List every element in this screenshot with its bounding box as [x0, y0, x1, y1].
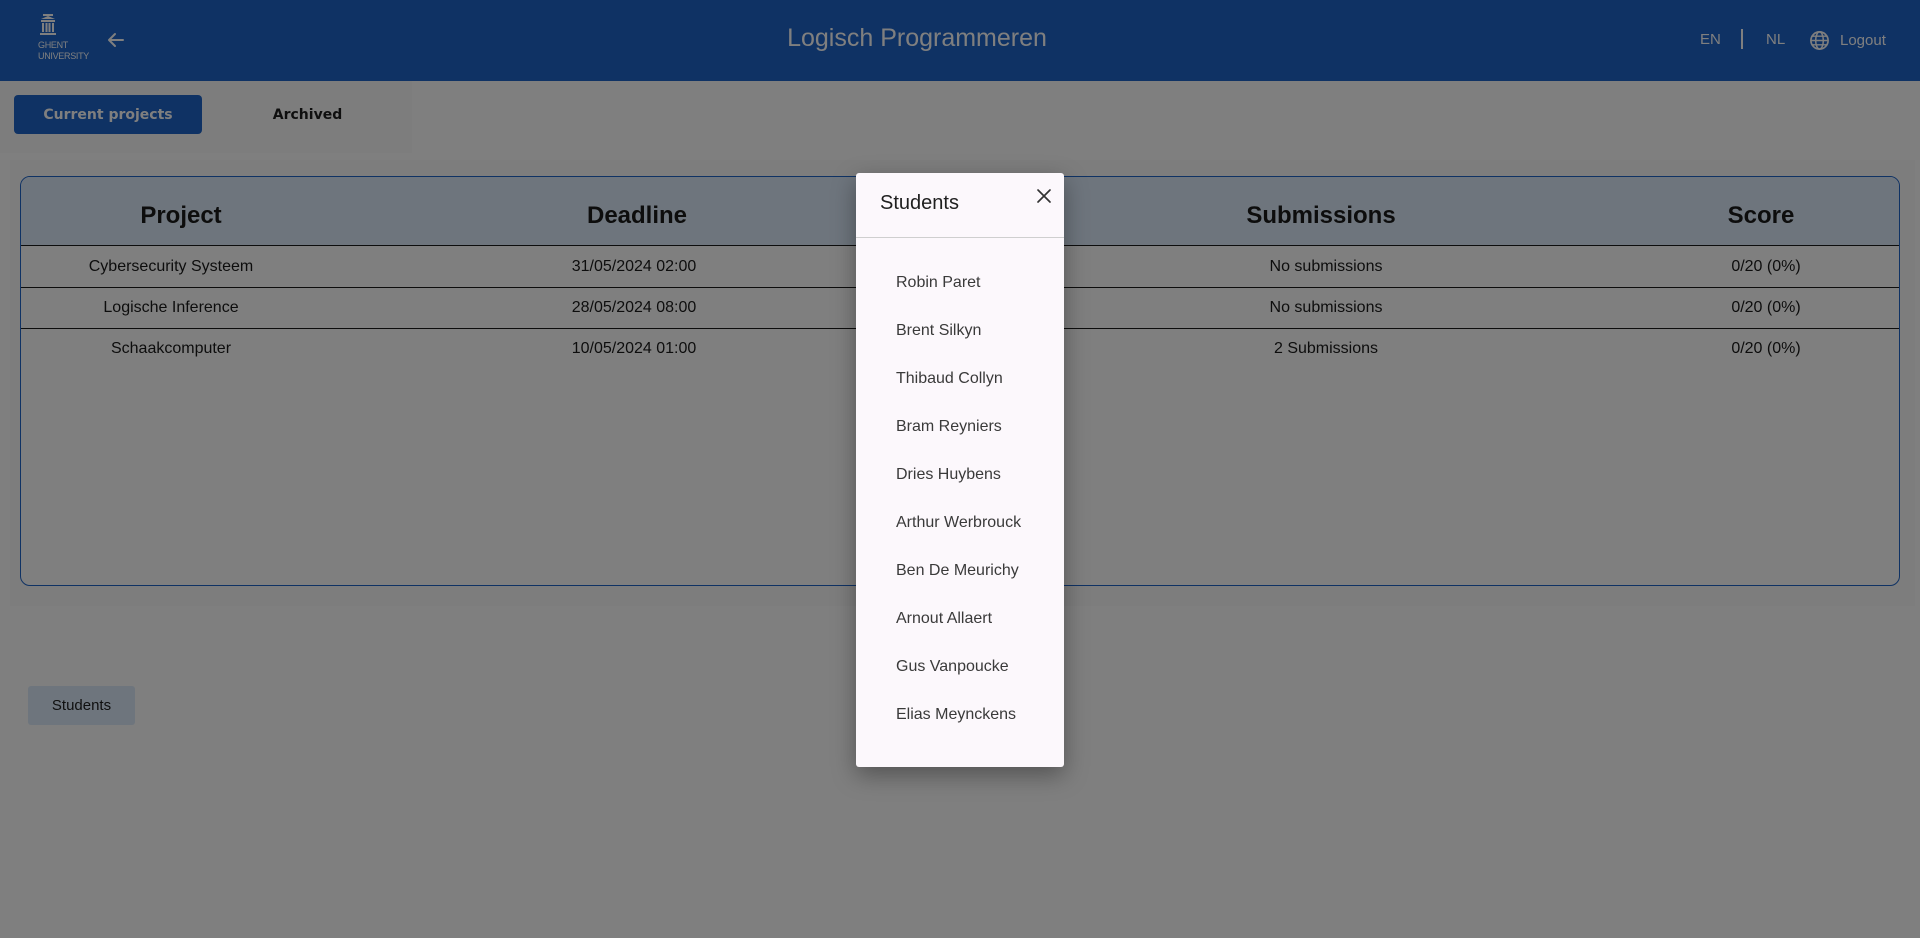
student-list-item: Ben De Meurichy	[896, 562, 1019, 579]
student-list-item: Robin Paret	[896, 274, 981, 291]
dialog-divider	[856, 237, 1064, 238]
student-list-item: Dries Huybens	[896, 466, 1001, 483]
students-dialog: Students Robin Paret Brent Silkyn Thibau…	[856, 173, 1064, 767]
student-list-item: Elias Meynckens	[896, 706, 1017, 723]
dialog-title: Students	[880, 192, 959, 214]
close-button[interactable]	[1032, 183, 1056, 209]
student-list-item: Arthur Werbrouck	[896, 514, 1022, 531]
student-list-item: Arnout Allaert	[896, 610, 993, 627]
close-icon	[1037, 189, 1051, 203]
student-list-item: Brent Silkyn	[896, 322, 982, 339]
student-list-item: Bram Reyniers	[896, 418, 1002, 435]
app-root: GHENT UNIVERSITY Logisch Programmeren EN…	[0, 0, 1920, 938]
student-list-item: Thibaud Collyn	[896, 370, 1003, 387]
student-list-item: Gus Vanpoucke	[896, 658, 1009, 675]
